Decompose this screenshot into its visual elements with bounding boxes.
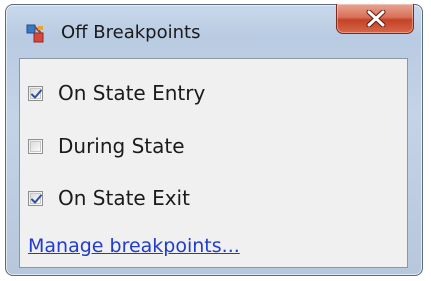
dialog-window: Off Breakpoints On State Entry During St…: [5, 4, 423, 276]
window-title: Off Breakpoints: [61, 22, 201, 43]
option-during-state[interactable]: During State: [28, 132, 185, 160]
checkmark-icon: [31, 194, 42, 203]
checkbox-during-state[interactable]: [28, 138, 43, 154]
option-on-state-entry[interactable]: On State Entry: [28, 79, 205, 107]
title-bar[interactable]: Off Breakpoints: [6, 4, 422, 51]
option-label: During State: [58, 134, 185, 158]
option-label: On State Exit: [58, 186, 190, 210]
option-on-state-exit[interactable]: On State Exit: [28, 184, 190, 212]
checkbox-on-state-entry[interactable]: [28, 85, 43, 101]
breakpoints-panel: On State Entry During State On State Exi…: [19, 58, 408, 268]
checkbox-on-state-exit[interactable]: [28, 190, 43, 206]
close-button[interactable]: [336, 4, 414, 34]
breakpoint-app-icon: [26, 24, 45, 43]
close-icon: [366, 10, 386, 27]
manage-breakpoints-link[interactable]: Manage breakpoints...: [28, 235, 240, 257]
checkmark-icon: [31, 89, 42, 98]
option-label: On State Entry: [58, 81, 206, 105]
